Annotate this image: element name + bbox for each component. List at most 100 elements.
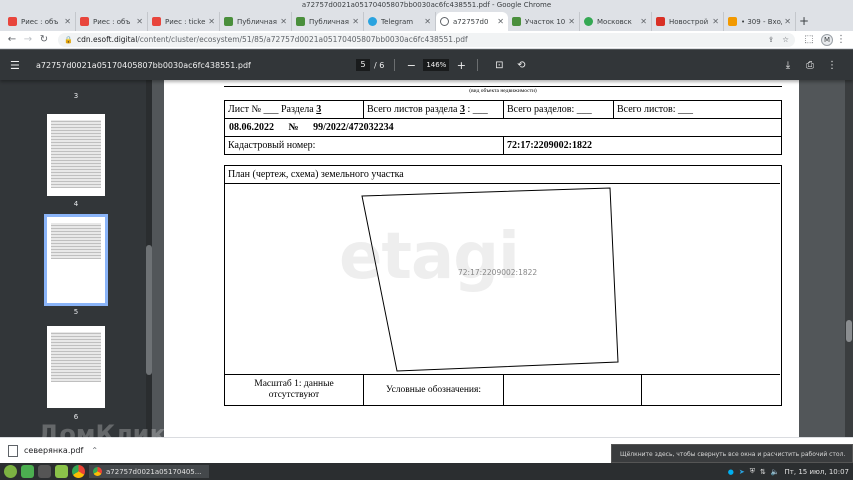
zoom-out-button[interactable]: − — [405, 59, 417, 72]
total-sections-cell: Всего разделов: ___ — [503, 101, 613, 118]
share-icon[interactable]: ⇪ — [768, 35, 774, 44]
browser-tab[interactable]: Публичная ✕ — [292, 12, 364, 31]
hamburger-menu-icon[interactable]: ☰ — [10, 59, 26, 72]
registration-date: 08.06.2022 — [229, 122, 274, 133]
legend-empty-cell — [503, 374, 641, 405]
tab-favicon-icon — [8, 17, 17, 26]
avatar[interactable]: M — [821, 33, 833, 46]
page-total: / 6 — [374, 60, 385, 70]
plan-title: План (чертеж, схема) земельного участка — [225, 166, 780, 184]
close-tab-icon[interactable]: ✕ — [784, 17, 791, 26]
new-tab-button[interactable]: + — [796, 12, 812, 31]
domklik-watermark: ДомКлик — [38, 420, 166, 448]
thumbnail-content — [51, 332, 101, 382]
close-tab-icon[interactable]: ✕ — [280, 17, 287, 26]
close-tab-icon[interactable]: ✕ — [208, 17, 215, 26]
page-thumbnail-selected[interactable] — [44, 214, 108, 306]
viewer-scrollbar[interactable] — [845, 80, 853, 437]
scale-line-2: отсутствуют — [268, 390, 320, 400]
network-icon[interactable]: ⇅ — [760, 468, 766, 476]
page-thumbnail[interactable] — [47, 326, 105, 408]
tab-favicon-icon — [512, 17, 521, 26]
section-sheets-tail: : ___ — [464, 104, 488, 115]
chrome-icon[interactable] — [72, 465, 85, 478]
taskbar-window[interactable]: a72757d0021a05170405... — [89, 465, 209, 478]
volume-icon[interactable]: 🔈 — [771, 468, 780, 476]
download-icon[interactable]: ⤓ — [780, 60, 796, 71]
close-tab-icon[interactable]: ✕ — [640, 17, 647, 26]
bookmark-star-icon[interactable]: ☆ — [782, 35, 789, 44]
tab-favicon-icon — [728, 17, 737, 26]
close-tab-icon[interactable]: ✕ — [352, 17, 359, 26]
browser-tab[interactable]: Риес : объ ✕ — [4, 12, 76, 31]
file-manager-icon[interactable] — [21, 465, 34, 478]
tab-favicon-icon — [224, 17, 233, 26]
close-tab-icon[interactable]: ✕ — [568, 17, 575, 26]
close-tab-icon[interactable]: ✕ — [136, 17, 143, 26]
shield-icon[interactable]: ⛨ — [750, 467, 755, 476]
cadastral-row: Кадастровый номер: 72:17:2209002:1822 — [224, 136, 782, 155]
url-path: /content/cluster/ecosystem/51/85/a72757d… — [137, 35, 468, 44]
pdf-filename: a72757d0021a05170405807bb0030ac6fc438551… — [36, 60, 251, 70]
telegram-icon[interactable]: ➤ — [739, 468, 745, 476]
chrome-icon — [93, 467, 102, 476]
files-icon[interactable] — [55, 465, 68, 478]
pdf-actions: ⤓ ⎙ ⋮ — [777, 60, 843, 71]
address-bar[interactable]: 🔒 cdn.esoft.digital/content/cluster/ecos… — [58, 32, 795, 47]
reload-icon[interactable]: ↻ — [36, 32, 52, 48]
globe-icon — [440, 17, 449, 26]
terminal-icon[interactable] — [38, 465, 51, 478]
back-icon[interactable]: ← — [4, 32, 20, 48]
start-menu-icon[interactable] — [4, 465, 17, 478]
browser-tab[interactable]: Публичная ✕ — [220, 12, 292, 31]
legend-cell: Условные обозначения: — [363, 374, 503, 405]
window-title: a72757d0021a05170405807bb0030ac6fc438551… — [0, 0, 853, 11]
clock[interactable]: Пт, 15 июл, 10:07 — [785, 468, 849, 476]
pdf-file-icon — [8, 444, 18, 457]
menu-kebab-icon[interactable]: ⋮ — [833, 32, 849, 48]
extensions-icon[interactable]: ⬚ — [801, 32, 817, 48]
thumbnail-label: 3 — [73, 92, 79, 100]
thumbnail-label: 5 — [73, 308, 79, 316]
tab-favicon-icon — [152, 17, 161, 26]
browser-tab[interactable]: Риес : объ ✕ — [76, 12, 148, 31]
skype-icon[interactable]: ● — [728, 468, 734, 476]
total-sheets-cell: Всего листов: ___ — [613, 101, 780, 118]
browser-tab[interactable]: Telegram ✕ — [364, 12, 436, 31]
close-tab-icon[interactable]: ✕ — [64, 17, 71, 26]
close-tab-icon[interactable]: ✕ — [497, 17, 504, 26]
browser-tab-active[interactable]: a72757d0 ✕ — [436, 12, 508, 31]
sheet-label: Лист № ___ Раздела — [228, 104, 317, 115]
show-desktop-tooltip: Щёлкните здесь, чтобы свернуть все окна … — [611, 444, 853, 463]
fit-page-icon[interactable]: ⊡ — [491, 60, 507, 71]
zoom-in-button[interactable]: + — [455, 59, 467, 72]
viewer-scroll-thumb[interactable] — [846, 320, 852, 342]
close-tab-icon[interactable]: ✕ — [424, 17, 431, 26]
forward-icon[interactable]: → — [20, 32, 36, 48]
print-icon[interactable]: ⎙ — [802, 60, 818, 71]
pdf-page: (вид объекта недвижимости) Лист № ___ Ра… — [164, 80, 799, 437]
registration-row: 08.06.2022 № 99/2022/472032234 — [224, 118, 782, 137]
browser-tab[interactable]: Риес : ticke ✕ — [148, 12, 220, 31]
sheet-number-cell: Лист № ___ Раздела 3 — [225, 101, 363, 118]
browser-tab[interactable]: Участок 10 ✕ — [508, 12, 580, 31]
browser-tab[interactable]: • 309 - Вход ✕ — [724, 12, 796, 31]
scale-cell: Масштаб 1: данные отсутствуют — [225, 374, 363, 405]
telegram-icon — [368, 17, 377, 26]
taskbar-window-label: a72757d0021a05170405... — [106, 467, 202, 476]
browser-tab[interactable]: Московск ✕ — [580, 12, 652, 31]
zoom-input[interactable]: 146% — [423, 59, 450, 71]
close-tab-icon[interactable]: ✕ — [712, 17, 719, 26]
more-options-icon[interactable]: ⋮ — [824, 60, 840, 71]
section-sheets-cell: Всего листов раздела 3 : ___ — [363, 101, 503, 118]
tab-favicon-icon — [656, 17, 665, 26]
tab-favicon-icon — [584, 17, 593, 26]
rule-line — [224, 86, 782, 87]
page-number-input[interactable]: 5 — [356, 59, 370, 71]
object-type-caption: (вид объекта недвижимости) — [469, 88, 537, 94]
registration-cell: 08.06.2022 № 99/2022/472032234 — [225, 119, 780, 136]
rotate-icon[interactable]: ⟲ — [513, 60, 529, 71]
browser-tab[interactable]: Новострой ✕ — [652, 12, 724, 31]
tab-strip: Риес : объ ✕ Риес : объ ✕ Риес : ticke ✕ Пу… — [0, 11, 853, 31]
page-thumbnail[interactable] — [47, 114, 105, 196]
